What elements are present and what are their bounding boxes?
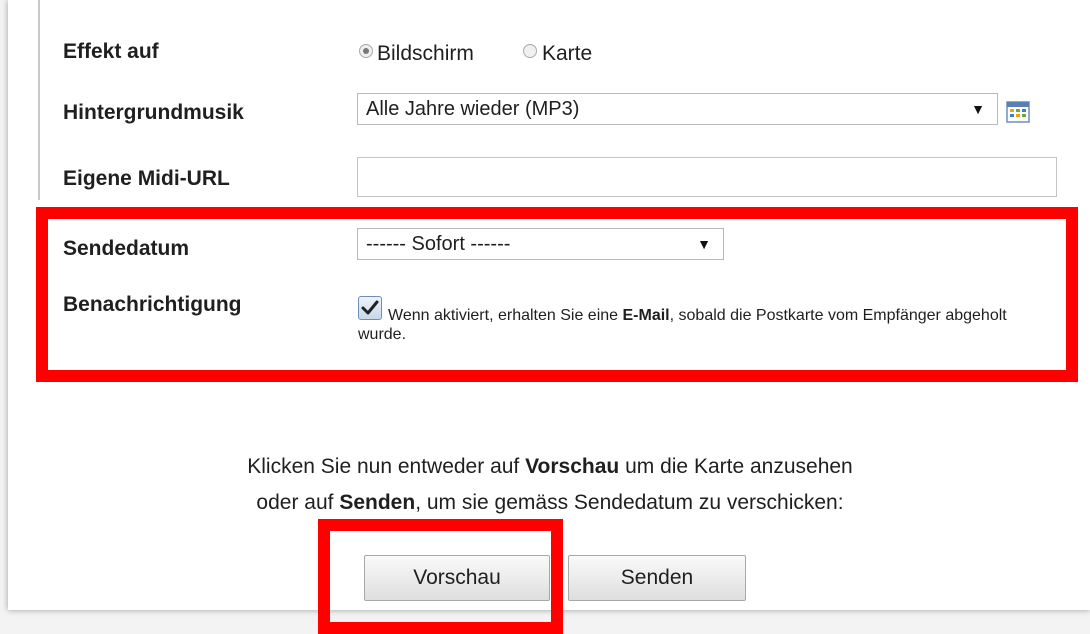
- send-button[interactable]: Senden: [568, 555, 746, 601]
- chevron-down-icon: ▼: [971, 101, 985, 117]
- music-select-value: Alle Jahre wieder (MP3): [366, 98, 580, 120]
- instruction-1-suffix: um die Karte anzusehen: [619, 455, 853, 478]
- effect-label: Effekt auf: [63, 40, 159, 63]
- highlight-box-preview: [318, 519, 563, 634]
- notification-description: Wenn aktiviert, erhalten Sie eine E-Mail…: [358, 306, 1058, 344]
- radio-karte[interactable]: [523, 44, 537, 58]
- checkmark-icon: [361, 300, 379, 315]
- instruction-1-prefix: Klicken Sie nun entweder auf: [247, 455, 526, 478]
- instruction-line-2: oder auf Senden, um sie gemäss Sendedatu…: [150, 491, 950, 515]
- radio-bildschirm-label: Bildschirm: [377, 42, 474, 65]
- send-date-label: Sendedatum: [63, 237, 190, 260]
- instruction-2-bold: Senden: [339, 491, 416, 514]
- instruction-2-suffix: , um sie gemäss Sendedatum zu verschicke…: [415, 491, 844, 514]
- midi-label: Eigene Midi-URL: [63, 167, 230, 190]
- radio-bildschirm[interactable]: [359, 44, 373, 58]
- music-select[interactable]: Alle Jahre wieder (MP3) ▼: [357, 93, 998, 125]
- notification-label: Benachrichtigung: [63, 293, 242, 316]
- chevron-down-icon: ▼: [697, 236, 711, 252]
- notification-text-email: E-Mail: [622, 307, 670, 324]
- send-date-select[interactable]: ------ Sofort ------ ▼: [357, 228, 724, 260]
- notification-checkbox[interactable]: [358, 296, 382, 320]
- calendar-grid-icon[interactable]: [1006, 101, 1030, 123]
- radio-karte-label: Karte: [542, 42, 593, 65]
- midi-url-input[interactable]: [357, 157, 1057, 197]
- panel-left-border: [38, 0, 40, 200]
- notification-text-1: Wenn aktiviert, erhalten Sie eine: [388, 307, 623, 324]
- send-date-select-value: ------ Sofort ------: [366, 233, 511, 255]
- instruction-1-bold: Vorschau: [525, 455, 620, 478]
- music-label: Hintergrundmusik: [63, 101, 244, 124]
- instruction-2-prefix: oder auf: [256, 491, 340, 514]
- instruction-line-1: Klicken Sie nun entweder auf Vorschau um…: [150, 455, 950, 479]
